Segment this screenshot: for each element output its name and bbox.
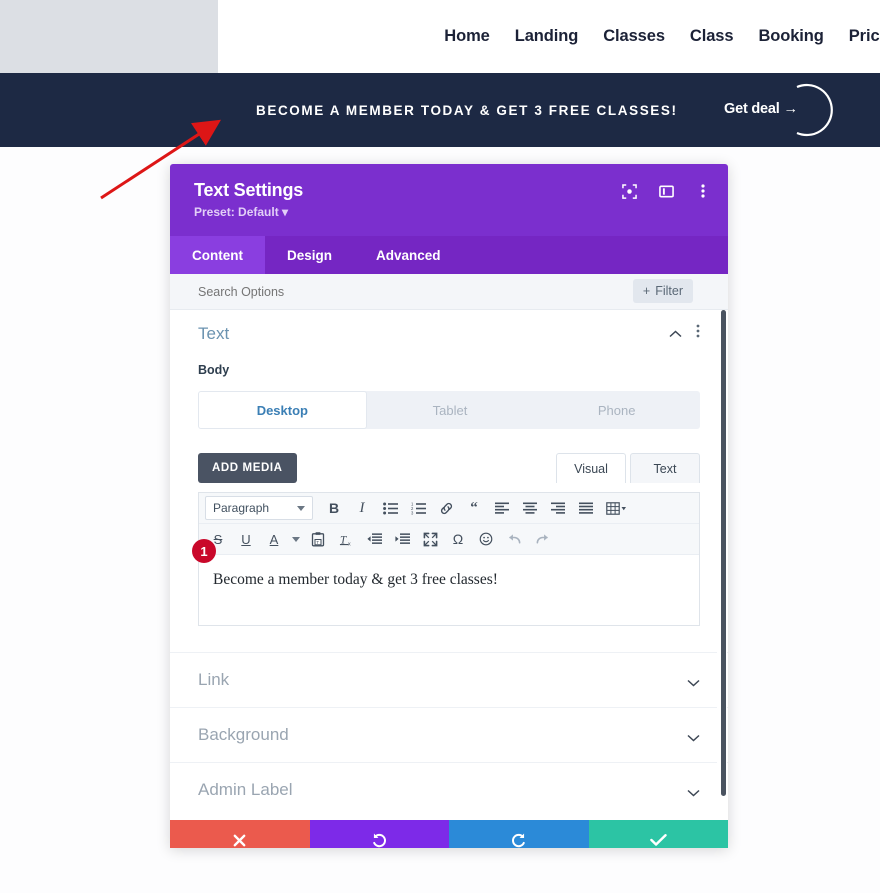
panel-scrollbar-thumb[interactable]: [721, 310, 726, 796]
save-button[interactable]: [588, 820, 728, 848]
search-options-row: + Filter: [170, 274, 728, 310]
modal-action-bar: [170, 820, 728, 848]
chevron-down-icon[interactable]: [687, 674, 700, 692]
undo-icon: [372, 833, 386, 847]
undo-button[interactable]: [309, 820, 449, 848]
align-right-icon[interactable]: [545, 496, 571, 520]
search-input[interactable]: [170, 284, 570, 299]
editor-toolbar-row-2: S U A T Tx Ω: [199, 524, 699, 555]
step-badge: 1: [192, 539, 216, 563]
indent-icon[interactable]: [389, 527, 415, 551]
site-logo-placeholder: [0, 0, 218, 73]
editor-content[interactable]: Become a member today & get 3 free class…: [199, 555, 699, 625]
format-select-value: Paragraph: [213, 501, 270, 515]
svg-text:3: 3: [411, 510, 414, 514]
text-settings-modal: Text Settings Preset: Default ▾ Content …: [170, 164, 728, 848]
get-deal-ring-icon: [796, 83, 833, 137]
nav-item-classes[interactable]: Classes: [603, 27, 665, 46]
add-media-button[interactable]: ADD MEDIA: [198, 453, 297, 483]
fullscreen-icon[interactable]: [417, 527, 443, 551]
plus-icon: +: [642, 284, 651, 298]
svg-text:x: x: [347, 541, 350, 546]
body-field-label: Body: [198, 363, 230, 377]
align-center-icon[interactable]: [517, 496, 543, 520]
tab-design[interactable]: Design: [265, 236, 354, 274]
editor-box: Paragraph B I 123 “ S U A T T x Ω Become…: [198, 492, 700, 626]
nav-item-pricing[interactable]: Pricin: [849, 27, 880, 46]
more-options-icon[interactable]: [690, 178, 716, 204]
nav-item-class[interactable]: Class: [690, 27, 734, 46]
section-background-label: Background: [198, 725, 289, 744]
paste-as-text-icon[interactable]: T: [305, 527, 331, 551]
filter-button[interactable]: + Filter: [632, 279, 693, 303]
text-section-title: Text: [198, 324, 230, 343]
cancel-button[interactable]: [170, 820, 310, 848]
modal-tabs: Content Design Advanced: [170, 236, 728, 274]
section-background[interactable]: Background: [170, 707, 728, 762]
nav-item-landing[interactable]: Landing: [515, 27, 579, 46]
section-admin-label[interactable]: Admin Label: [170, 762, 728, 817]
chevron-down-icon[interactable]: [687, 729, 700, 747]
editor-view-tabs: Visual Text: [556, 453, 700, 483]
link-icon[interactable]: [433, 496, 459, 520]
focus-icon[interactable]: [616, 178, 642, 204]
emoji-icon[interactable]: [473, 527, 499, 551]
editor-tab-visual[interactable]: Visual: [556, 453, 626, 483]
align-left-icon[interactable]: [489, 496, 515, 520]
svg-text:T: T: [316, 540, 319, 545]
editor-toolbar-row-1: Paragraph B I 123 “: [199, 493, 699, 524]
promo-headline: BECOME A MEMBER TODAY & GET 3 FREE CLASS…: [256, 103, 678, 118]
blockquote-icon[interactable]: “: [461, 496, 487, 520]
section-admin-label-label: Admin Label: [198, 780, 293, 799]
device-tab-phone[interactable]: Phone: [533, 391, 700, 429]
chevron-up-icon[interactable]: [669, 325, 682, 343]
table-icon[interactable]: [601, 496, 631, 520]
tab-content[interactable]: Content: [170, 236, 265, 274]
preset-selector[interactable]: Preset: Default ▾: [194, 205, 288, 219]
text-color-dropdown-icon[interactable]: [289, 527, 303, 551]
close-icon: [233, 834, 246, 846]
tab-advanced[interactable]: Advanced: [354, 236, 463, 274]
device-tab-desktop[interactable]: Desktop: [198, 391, 367, 429]
panel-scrollbar[interactable]: [717, 310, 727, 820]
align-justify-icon[interactable]: [573, 496, 599, 520]
device-tabs: Desktop Tablet Phone: [198, 391, 700, 429]
special-character-icon[interactable]: Ω: [445, 527, 471, 551]
section-link[interactable]: Link: [170, 652, 728, 707]
filter-label: Filter: [655, 284, 683, 298]
editor-tab-text[interactable]: Text: [630, 453, 700, 483]
chevron-down-icon[interactable]: [687, 784, 700, 802]
device-tab-tablet[interactable]: Tablet: [367, 391, 534, 429]
italic-icon[interactable]: I: [349, 496, 375, 520]
outdent-icon[interactable]: [361, 527, 387, 551]
section-link-label: Link: [198, 670, 230, 689]
bulleted-list-icon[interactable]: [377, 496, 403, 520]
redo-button[interactable]: [449, 820, 589, 848]
site-header: Home Landing Classes Class Booking Prici…: [0, 0, 880, 73]
bold-icon[interactable]: B: [321, 496, 347, 520]
text-section-more-icon[interactable]: [696, 324, 700, 343]
step-badge-number: 1: [200, 543, 208, 559]
nav-item-home[interactable]: Home: [444, 27, 490, 46]
modal-header: Text Settings Preset: Default ▾: [170, 164, 728, 236]
underline-icon[interactable]: U: [233, 527, 259, 551]
clear-formatting-icon[interactable]: Tx: [333, 527, 359, 551]
wysiwyg-editor: ADD MEDIA Visual Text Paragraph B I 1 2 …: [192, 453, 700, 626]
check-icon: [649, 834, 667, 846]
text-color-icon[interactable]: A: [261, 527, 287, 551]
screenshot-root: Home Landing Classes Class Booking Prici…: [0, 0, 880, 893]
redo-icon[interactable]: [529, 527, 555, 551]
text-section-header[interactable]: Text: [198, 310, 700, 358]
nav-item-booking[interactable]: Booking: [758, 27, 823, 46]
text-section: Text Body Desktop Tablet Phone ADD MEDIA…: [170, 310, 728, 626]
undo-icon[interactable]: [501, 527, 527, 551]
numbered-list-icon[interactable]: 123: [405, 496, 431, 520]
redo-icon: [512, 833, 526, 847]
modal-header-icons: [616, 178, 716, 204]
split-view-icon[interactable]: [653, 178, 679, 204]
format-select[interactable]: Paragraph: [205, 496, 313, 520]
modal-title: Text Settings: [194, 180, 304, 200]
site-nav: Home Landing Classes Class Booking Prici…: [444, 0, 880, 73]
modal-body: Text Body Desktop Tablet Phone ADD MEDIA…: [170, 310, 728, 820]
